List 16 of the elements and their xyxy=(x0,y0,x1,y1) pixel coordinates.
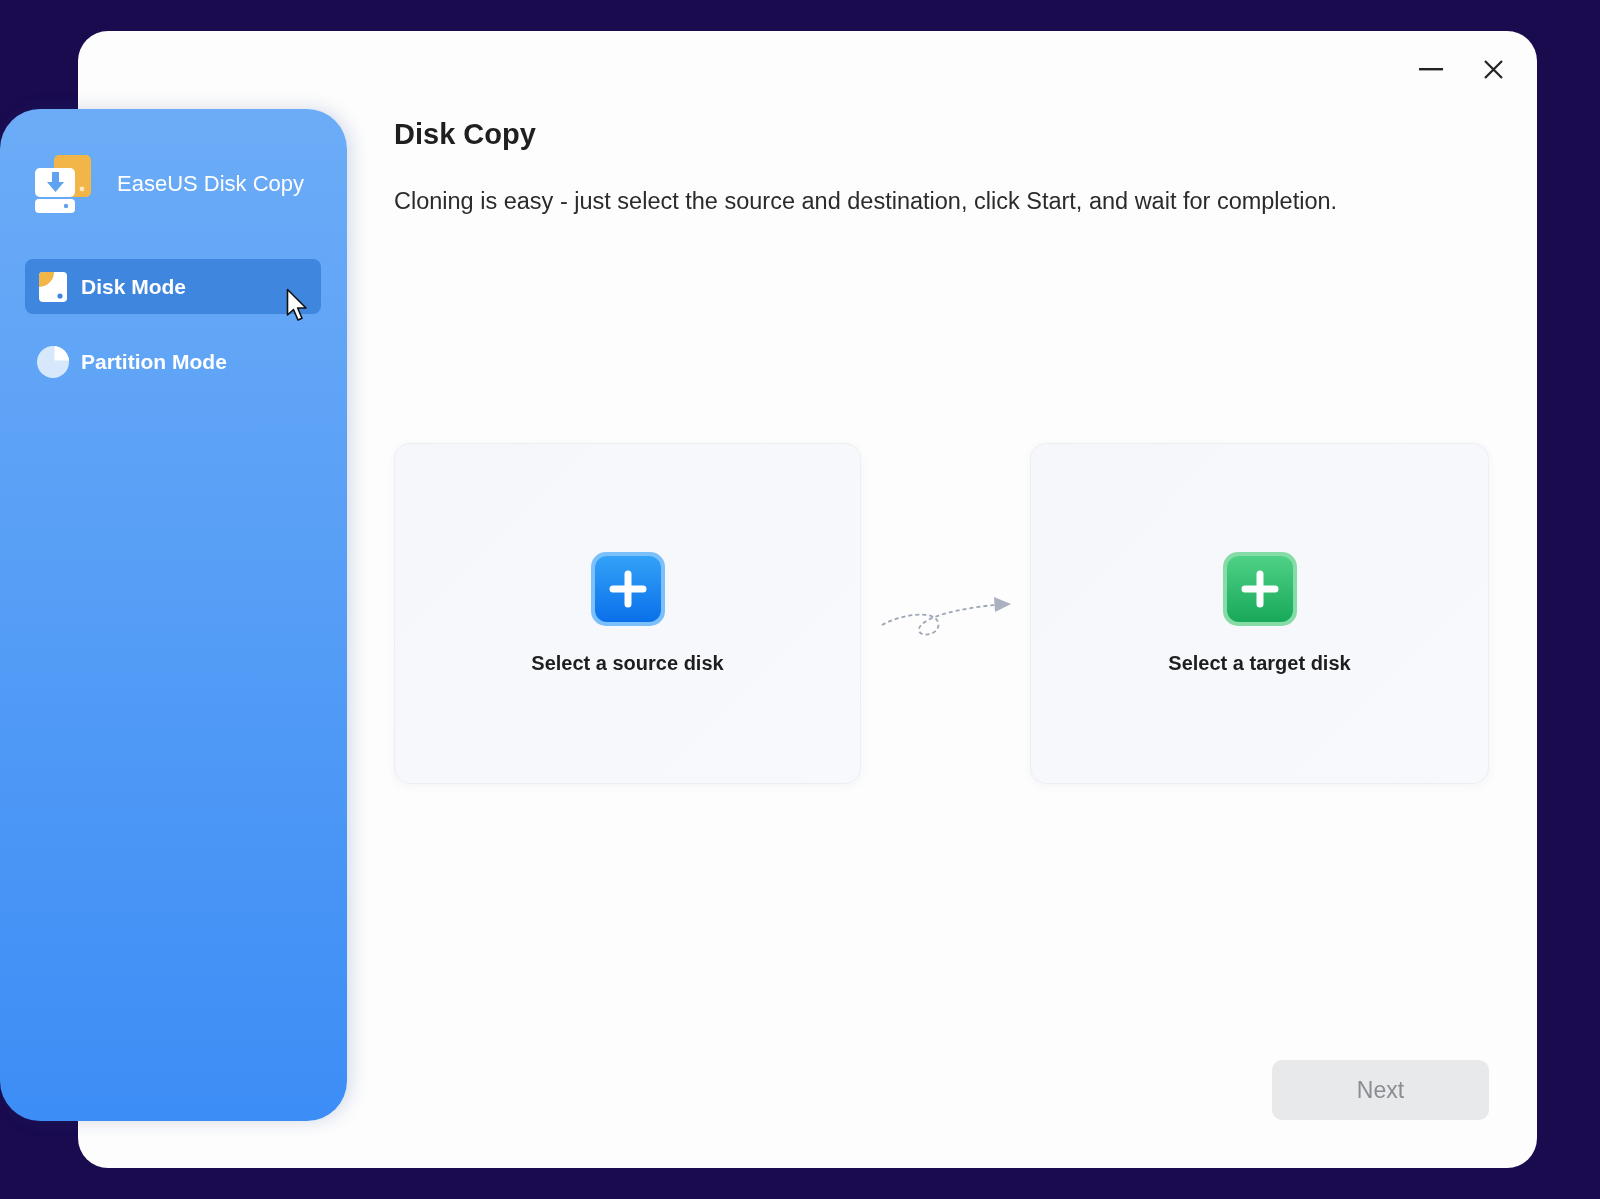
add-icon[interactable] xyxy=(590,552,665,626)
disk-copy-logo-icon xyxy=(35,155,91,213)
page-title: Disk Copy xyxy=(394,117,537,151)
page-description: Cloning is easy - just select the source and destination, click Start, and wait for completion. xyxy=(394,187,1339,215)
nav-item[interactable]: Partition Mode xyxy=(25,334,321,389)
mouse-pointer-icon xyxy=(286,288,308,322)
close-icon xyxy=(1483,59,1503,79)
add-icon[interactable] xyxy=(1222,552,1297,626)
disk-slot-card[interactable]: Select a target disk xyxy=(1030,443,1489,784)
app-name: EaseUS Disk Copy xyxy=(117,171,305,197)
disk-slot-label: Select a source disk xyxy=(531,652,724,675)
minimize-icon xyxy=(1419,67,1443,71)
nav-item[interactable]: Disk Mode xyxy=(25,259,321,314)
disk-slot-card[interactable]: Select a source disk xyxy=(394,443,861,784)
pie-chart-icon xyxy=(37,345,69,378)
disk-slot-label: Select a target disk xyxy=(1168,652,1351,675)
